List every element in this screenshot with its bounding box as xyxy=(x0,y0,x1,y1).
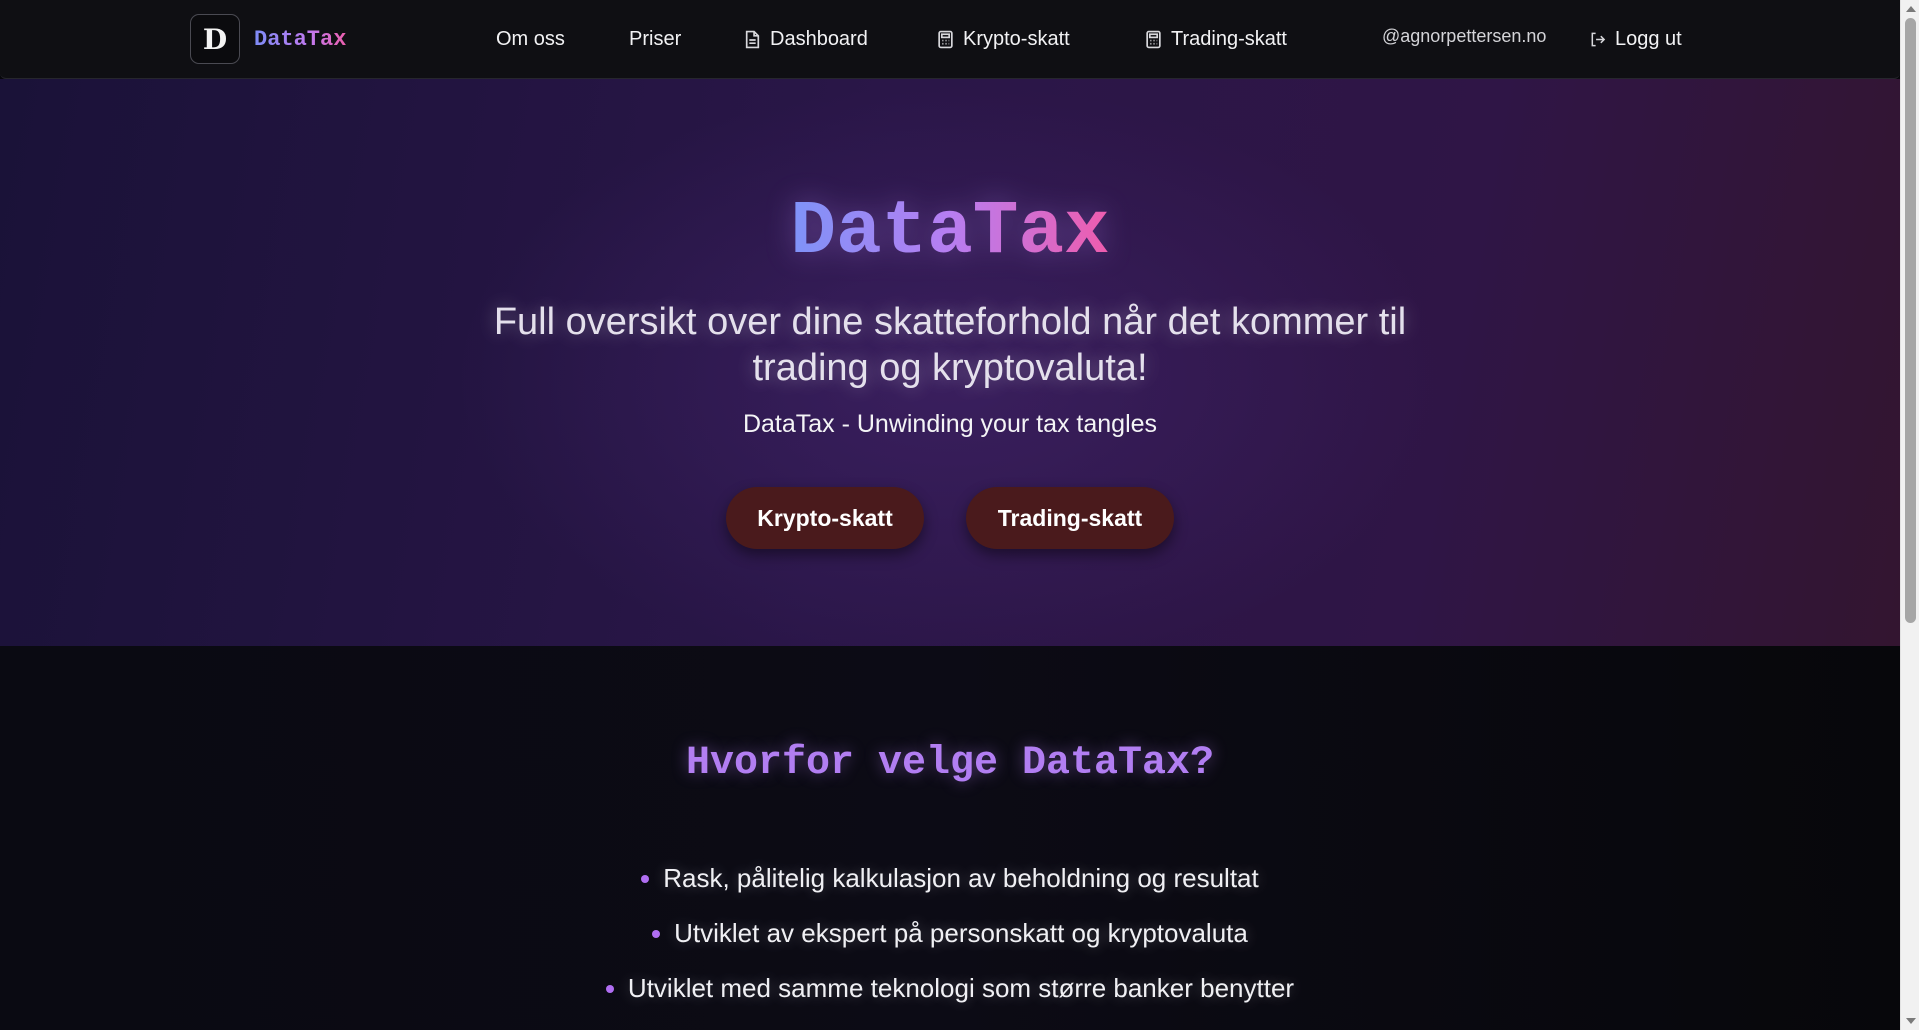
vertical-scrollbar[interactable] xyxy=(1900,0,1919,1030)
hero-title: DataTax xyxy=(790,189,1110,275)
calculator-icon xyxy=(1146,30,1161,48)
nav-dashboard-label: Dashboard xyxy=(770,27,868,50)
hero-section: DataTax Full oversikt over dine skattefo… xyxy=(0,79,1900,646)
hero-tagline: DataTax - Unwinding your tax tangles xyxy=(742,410,1158,438)
brand-name: DataTax xyxy=(254,26,347,52)
feature-item: Utviklet med samme teknologi som større … xyxy=(0,961,1900,1016)
feature-text: Rask, pålitelig kalkulasjon av beholdnin… xyxy=(663,863,1259,893)
nav-krypto-skatt[interactable]: Krypto-skatt xyxy=(937,24,1070,54)
bullet-icon xyxy=(652,929,661,938)
nav-om-oss[interactable]: Om oss xyxy=(496,24,565,54)
nav-trading-skatt-label: Trading-skatt xyxy=(1171,27,1287,50)
bullet-icon xyxy=(641,874,650,883)
logout-button[interactable]: Logg ut xyxy=(1589,24,1682,54)
nav-krypto-skatt-label: Krypto-skatt xyxy=(963,27,1070,50)
brand-link[interactable]: D DataTax xyxy=(190,14,346,64)
features-list: Rask, pålitelig kalkulasjon av beholdnin… xyxy=(0,851,1900,1016)
feature-item: Rask, pålitelig kalkulasjon av beholdnin… xyxy=(0,851,1900,906)
brand-logo: D xyxy=(190,14,240,64)
feature-item: Utviklet av ekspert på personskatt og kr… xyxy=(0,906,1900,961)
nav-priser[interactable]: Priser xyxy=(629,24,681,54)
top-navbar: D DataTax Om oss Priser Dashboard Krypto… xyxy=(0,0,1900,79)
feature-text: Utviklet av ekspert på personskatt og kr… xyxy=(674,918,1248,948)
scroll-up-icon[interactable] xyxy=(1906,6,1916,12)
page: D DataTax Om oss Priser Dashboard Krypto… xyxy=(0,0,1919,1030)
trading-skatt-button[interactable]: Trading-skatt xyxy=(966,487,1174,549)
nav-trading-skatt[interactable]: Trading-skatt xyxy=(1145,24,1287,54)
nav-dashboard[interactable]: Dashboard xyxy=(744,24,868,54)
feature-text: Utviklet med samme teknologi som større … xyxy=(627,973,1295,1003)
document-icon xyxy=(745,30,760,48)
user-email: @agnorpettersen.no xyxy=(1382,26,1547,46)
features-section: Hvorfor velge DataTax? Rask, pålitelig k… xyxy=(0,646,1900,1030)
nav-priser-label: Priser xyxy=(629,27,682,50)
krypto-skatt-button[interactable]: Krypto-skatt xyxy=(726,487,924,549)
scroll-down-icon[interactable] xyxy=(1906,1018,1916,1024)
logout-label: Logg ut xyxy=(1615,27,1682,50)
bullet-icon xyxy=(605,984,614,993)
scroll-thumb[interactable] xyxy=(1905,18,1916,623)
hero-subtitle: Full oversikt over dine skatteforhold nå… xyxy=(493,301,1407,389)
nav-om-oss-label: Om oss xyxy=(496,27,565,50)
features-title: Hvorfor velge DataTax? xyxy=(685,741,1215,786)
calculator-icon xyxy=(938,30,953,48)
logout-icon xyxy=(1591,32,1606,46)
